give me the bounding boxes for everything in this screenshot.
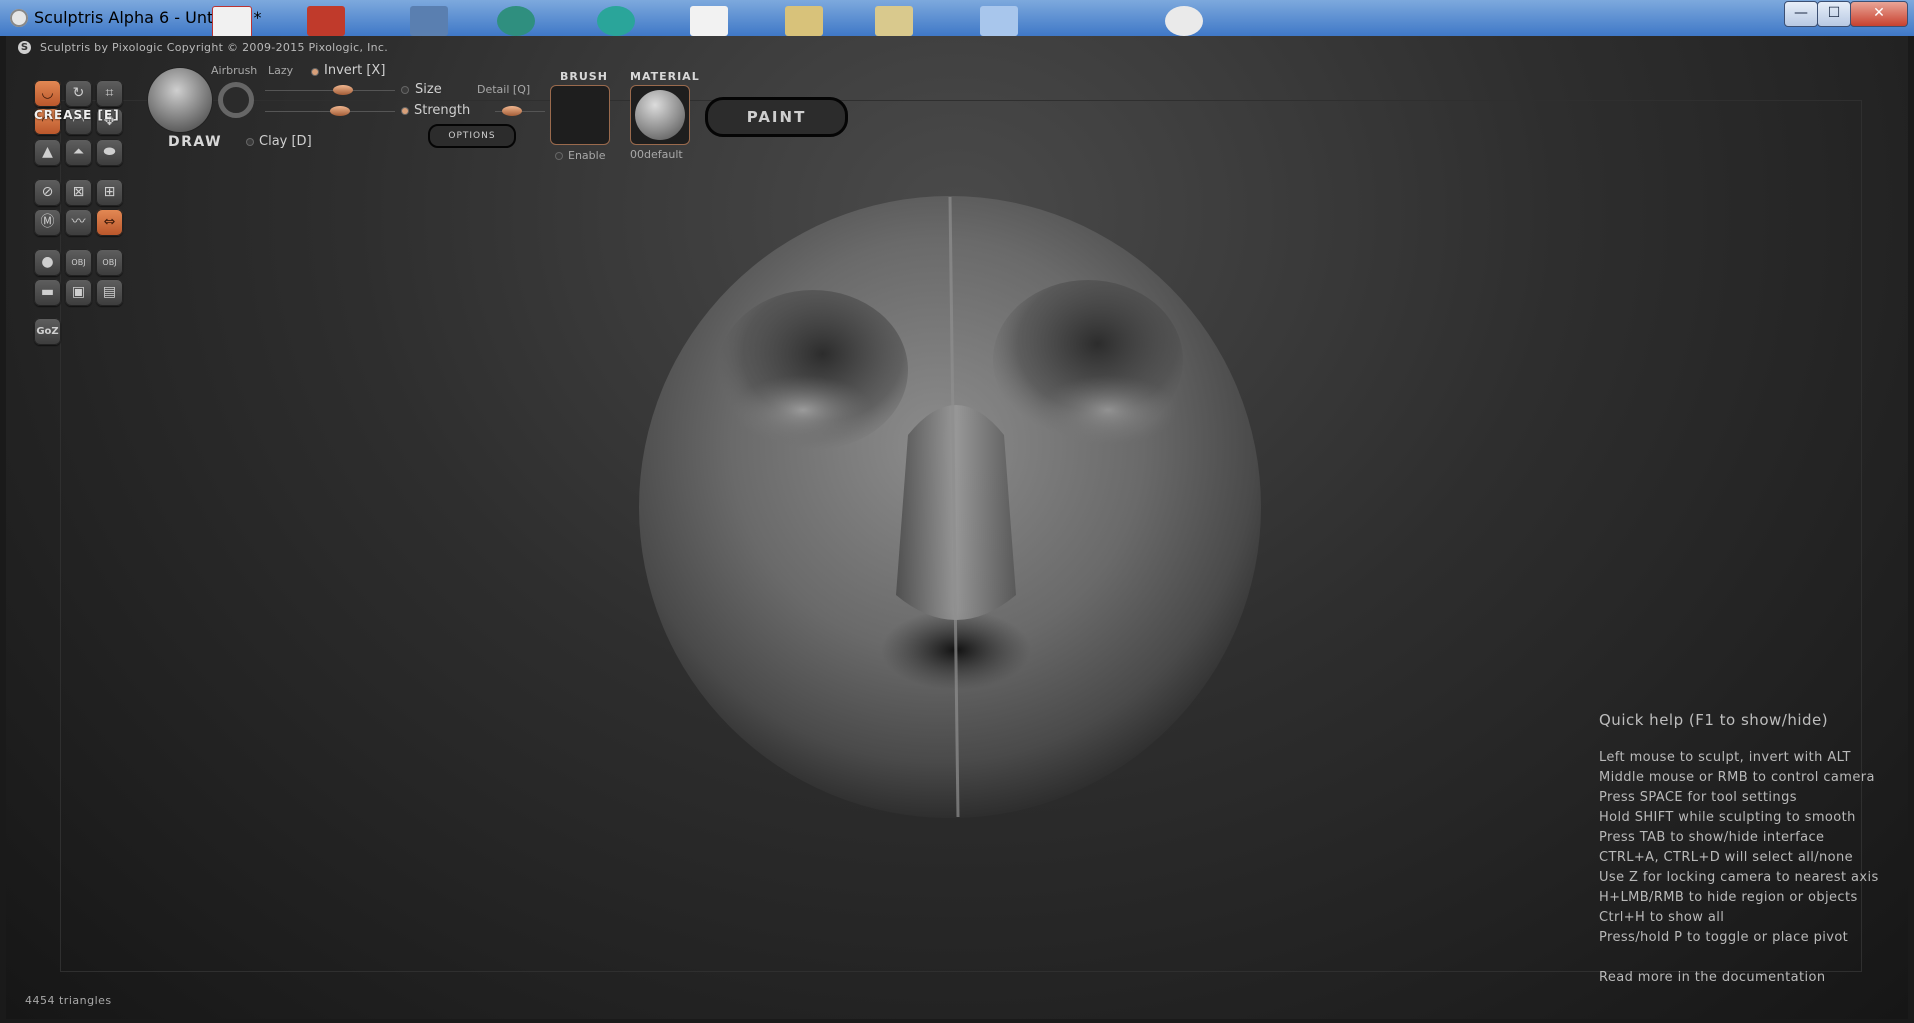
- import-obj-icon[interactable]: OBJ: [65, 249, 92, 276]
- help-line: Use Z for locking camera to nearest axis: [1599, 870, 1879, 885]
- options-button[interactable]: OPTIONS: [428, 124, 516, 148]
- symmetry-toggle-icon[interactable]: ⇔: [96, 209, 123, 236]
- help-line: Press TAB to show/hide interface: [1599, 830, 1825, 845]
- triangle-count: 4454 triangles: [25, 994, 112, 1007]
- strength-label: Strength: [414, 103, 471, 118]
- tool-name: DRAW: [168, 134, 223, 150]
- paint-button[interactable]: PAINT: [705, 97, 848, 137]
- material-preview-icon: [635, 90, 685, 140]
- documentation-link[interactable]: Read more in the documentation: [1599, 970, 1826, 985]
- taskbar-app-icon[interactable]: [597, 6, 635, 36]
- material-slot[interactable]: [630, 85, 690, 145]
- sculpted-head-mesh[interactable]: [638, 195, 1262, 819]
- brush-texture-slot[interactable]: [550, 85, 610, 145]
- mask-tool-icon[interactable]: Ⓜ: [34, 209, 61, 236]
- size-radio[interactable]: [402, 87, 408, 93]
- new-sphere-icon[interactable]: ●: [34, 249, 61, 276]
- new-plane-icon[interactable]: ▬: [34, 279, 61, 306]
- help-line: CTRL+A, CTRL+D will select all/none: [1599, 850, 1854, 865]
- detail-slider-handle[interactable]: [502, 106, 522, 116]
- minimize-button[interactable]: —: [1784, 1, 1818, 27]
- brush-section-title: BRUSH: [560, 70, 608, 83]
- help-line: Press SPACE for tool settings: [1599, 790, 1797, 805]
- draw-brush-preview-icon[interactable]: [148, 68, 212, 132]
- enable-label[interactable]: Enable: [568, 149, 605, 162]
- reduce-tool-icon[interactable]: ⊠: [65, 179, 92, 206]
- material-name: 00default: [630, 148, 683, 161]
- strength-radio[interactable]: [402, 108, 408, 114]
- close-button[interactable]: ✕: [1850, 1, 1908, 27]
- taskbar-app-icon[interactable]: [307, 6, 345, 36]
- help-line: Left mouse to sculpt, invert with ALT: [1599, 750, 1851, 765]
- sculptris-app-icon: [10, 9, 28, 27]
- wireframe-tool-icon[interactable]: 〰: [65, 209, 92, 236]
- smooth-tool-icon[interactable]: ⏶: [65, 139, 92, 166]
- copyright-text: Sculptris by Pixologic Copyright © 2009-…: [40, 41, 389, 54]
- symmetry-tool-icon[interactable]: ⊘: [34, 179, 61, 206]
- invert-label[interactable]: Invert [X]: [324, 63, 385, 78]
- lazy-label[interactable]: Lazy: [268, 64, 293, 77]
- taskbar-folder-icon[interactable]: [785, 6, 823, 36]
- save-file-icon[interactable]: ▤: [96, 279, 123, 306]
- taskbar-folder-icon[interactable]: [875, 6, 913, 36]
- maximize-button[interactable]: ☐: [1817, 1, 1851, 27]
- size-slider-track[interactable]: [265, 90, 395, 91]
- taskbar-app-icon[interactable]: [212, 6, 252, 38]
- clay-label[interactable]: Clay [D]: [259, 134, 312, 149]
- brush-falloff-icon[interactable]: [218, 82, 254, 118]
- open-file-icon[interactable]: ▣: [65, 279, 92, 306]
- material-section-title: MATERIAL: [630, 70, 700, 83]
- airbrush-label[interactable]: Airbrush: [211, 64, 257, 77]
- size-label: Size: [415, 82, 442, 97]
- pixologic-logo-icon: S: [18, 41, 31, 54]
- taskbar-app-icon[interactable]: [690, 6, 728, 36]
- taskbar-app-icon[interactable]: [980, 6, 1018, 36]
- rotate-tool-icon[interactable]: ↻: [65, 80, 92, 107]
- export-obj-icon[interactable]: OBJ: [96, 249, 123, 276]
- window-title-bar: Sculptris Alpha 6 - Untitled * — ☐ ✕: [0, 0, 1914, 38]
- invert-toggle[interactable]: [312, 69, 318, 75]
- taskbar-app-icon[interactable]: [410, 6, 448, 36]
- subdivide-tool-icon[interactable]: ⊞: [96, 179, 123, 206]
- strength-slider-handle[interactable]: [330, 106, 350, 116]
- taskbar-app-icon[interactable]: [497, 6, 535, 36]
- crop-tool-icon[interactable]: ⌗: [96, 80, 123, 107]
- help-line: H+LMB/RMB to hide region or objects: [1599, 890, 1858, 905]
- size-slider-handle[interactable]: [333, 85, 353, 95]
- clay-toggle[interactable]: [247, 139, 253, 145]
- brush-enable-toggle[interactable]: [556, 153, 562, 159]
- goz-button[interactable]: GoZ: [34, 318, 61, 345]
- grab-tool-icon[interactable]: ▲: [34, 139, 61, 166]
- scale-tool-icon[interactable]: ⬬: [96, 139, 123, 166]
- help-line: Hold SHIFT while sculpting to smooth: [1599, 810, 1856, 825]
- crease-tool-icon[interactable]: ◡: [34, 80, 61, 107]
- help-line: Middle mouse or RMB to control camera: [1599, 770, 1875, 785]
- active-tool-label: CREASE [E]: [34, 108, 120, 122]
- help-line: Ctrl+H to show all: [1599, 910, 1725, 925]
- taskbar-app-icon[interactable]: [1165, 6, 1203, 36]
- quick-help-title: Quick help (F1 to show/hide): [1599, 711, 1829, 729]
- help-line: Press/hold P to toggle or place pivot: [1599, 930, 1849, 945]
- detail-label: Detail [Q]: [477, 83, 531, 96]
